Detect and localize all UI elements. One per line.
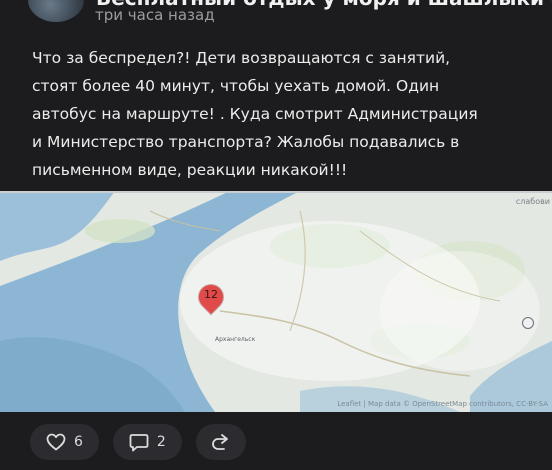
post-text-line: Что за беспредел?! Дети возвращаются с з… (32, 49, 451, 67)
post-text-line: и Министерство транспорта? Жалобы подава… (32, 133, 460, 151)
comment-icon (129, 433, 149, 452)
comment-button[interactable]: 2 (112, 424, 182, 460)
post-text-line: автобус на маршруте! . Куда смотрит Адми… (32, 105, 478, 123)
map-attribution: Leaflet | Map data © OpenStreetMap contr… (337, 400, 548, 408)
map-pin-label: 12 (204, 288, 218, 301)
post-timestamp[interactable]: три часа назад (95, 6, 215, 24)
author-name[interactable]: Бесплатный отдых у моря и шашлыки с Кузь… (0, 0, 552, 10)
map-image[interactable]: слабови 12 Архангельск Leaflet | Map dat… (0, 191, 552, 412)
likes-count: 6 (74, 434, 83, 450)
like-button[interactable]: 6 (30, 424, 99, 460)
share-button[interactable] (195, 424, 246, 460)
post-text: Что за беспредел?! Дети возвращаются с з… (32, 44, 532, 184)
heart-icon (46, 433, 66, 451)
post-card: Бесплатный отдых у моря и шашлыки с Кузь… (0, 0, 552, 470)
map-city-label: Архангельск (215, 336, 256, 343)
map-marker-icon (522, 317, 534, 329)
map-background (0, 191, 552, 412)
map-label: слабови (515, 197, 550, 206)
post-actions: 6 2 (30, 424, 246, 460)
comments-count: 2 (156, 434, 166, 450)
post-text-line: письменном виде, реакции никакой!!! (32, 161, 348, 179)
share-icon (210, 432, 232, 452)
post-text-line: стоят более 40 минут, чтобы уехать домой… (32, 77, 440, 95)
